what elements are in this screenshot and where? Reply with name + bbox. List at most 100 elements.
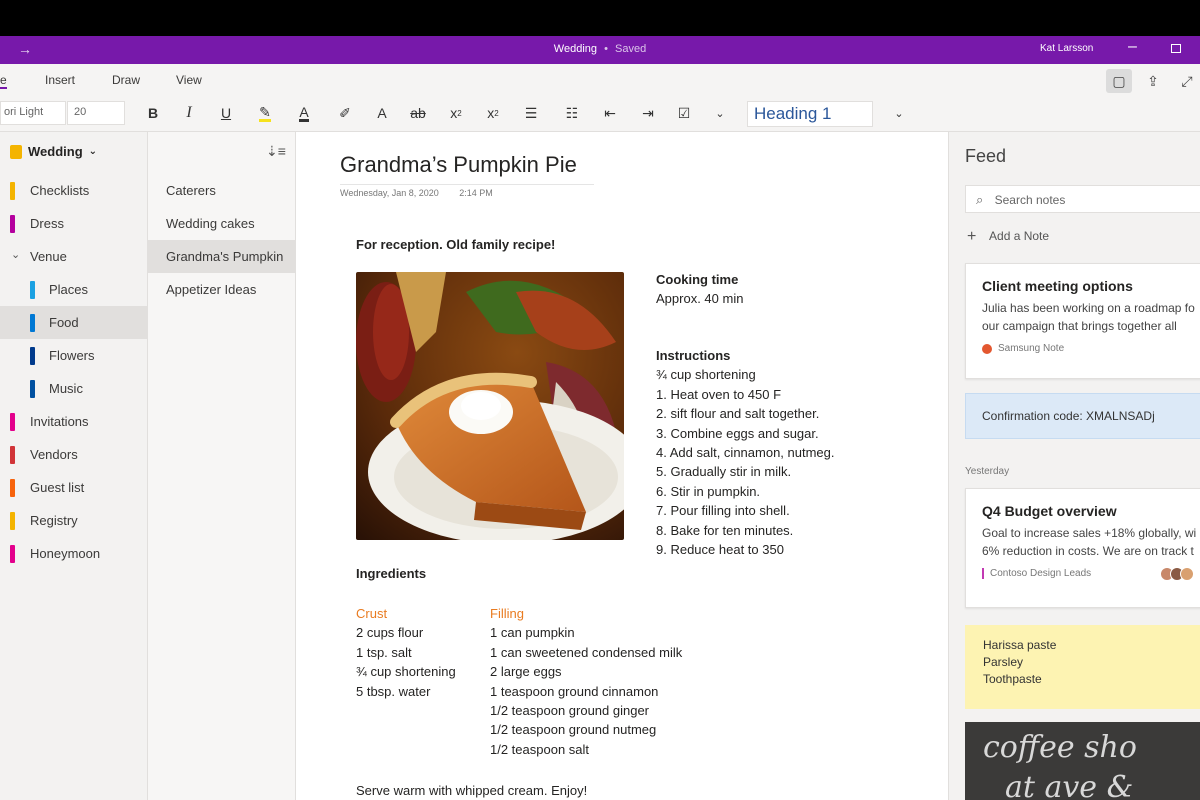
- tab-draw[interactable]: Draw: [112, 73, 140, 87]
- minimize-icon[interactable]: –: [1128, 38, 1137, 56]
- section-label: Registry: [30, 513, 78, 528]
- search-notes-input[interactable]: ⌕ Search notes: [965, 185, 1200, 213]
- card-body-line: 6% reduction in costs. We are on track t: [982, 544, 1194, 558]
- card-source-label: Samsung Note: [998, 343, 1065, 354]
- serving-note[interactable]: Serve warm with whipped cream. Enjoy!: [356, 783, 587, 798]
- clear-formatting-icon[interactable]: ✐: [333, 101, 357, 125]
- superscript-icon[interactable]: x2: [481, 101, 505, 125]
- section-dress[interactable]: Dress: [0, 207, 148, 240]
- immersive-reader-icon[interactable]: ▢: [1106, 69, 1132, 93]
- font-color-icon[interactable]: A: [292, 101, 316, 125]
- underline-icon[interactable]: U: [214, 101, 238, 125]
- section-food[interactable]: Food: [0, 306, 148, 339]
- sort-icon[interactable]: ⇣≡: [266, 143, 286, 160]
- section-label: Invitations: [30, 414, 89, 429]
- section-checklists[interactable]: Checklists: [0, 174, 148, 207]
- search-icon: ⌕: [976, 192, 984, 207]
- section-label: Music: [49, 381, 83, 396]
- add-note-button[interactable]: + Add a Note: [967, 228, 1049, 246]
- section-group-venue[interactable]: ⌄ Venue: [0, 240, 148, 273]
- section-label: Food: [49, 315, 79, 330]
- notebook-switcher[interactable]: Wedding ⌄: [10, 144, 97, 159]
- feed-card-confirmation[interactable]: Confirmation code: XMALNSADj: [965, 393, 1200, 439]
- section-label: Venue: [30, 249, 67, 264]
- page-wedding-cakes[interactable]: Wedding cakes: [148, 207, 296, 240]
- share-icon[interactable]: ⇪: [1140, 69, 1166, 93]
- section-color-tab: [10, 512, 15, 530]
- feed-sticky-note[interactable]: Harissa paste Parsley Toothpaste: [965, 625, 1200, 709]
- section-invitations[interactable]: Invitations: [0, 405, 148, 438]
- strikethrough-icon[interactable]: ab: [406, 101, 430, 125]
- ingredient-line: 1/2 teaspoon salt: [490, 741, 590, 757]
- fullscreen-icon[interactable]: ⤢: [1174, 69, 1200, 93]
- sections-pane: Wedding ⌄ Checklists Dress ⌄ Venue Place…: [0, 132, 148, 800]
- feed-handwritten-note[interactable]: coffee sho at ave &: [965, 722, 1200, 800]
- tab-insert[interactable]: Insert: [45, 73, 75, 87]
- section-color-tab: [30, 314, 35, 332]
- ingredient-line: 5 tbsp. water: [356, 683, 431, 699]
- crust-block[interactable]: Crust 2 cups flour 1 tsp. salt ¾ cup sho…: [356, 604, 456, 701]
- instruction-line: 2. sift flour and salt together.: [656, 406, 820, 422]
- text-effects-icon[interactable]: A: [370, 101, 394, 125]
- notebook-title: Wedding: [28, 144, 83, 159]
- instructions-block[interactable]: Instructions ¾ cup shortening 1. Heat ov…: [656, 346, 835, 559]
- bullet-list-icon[interactable]: ☰: [519, 101, 543, 125]
- note-canvas[interactable]: Grandma’s Pumpkin Pie Wednesday, Jan 8, …: [296, 132, 948, 800]
- filling-block[interactable]: Filling 1 can pumpkin 1 can sweetened co…: [490, 604, 682, 759]
- page-date: Wednesday, Jan 8, 2020: [340, 188, 439, 198]
- tab-view[interactable]: View: [176, 73, 202, 87]
- screen-bezel: [0, 0, 1200, 36]
- chevron-down-icon[interactable]: ⌄: [11, 248, 20, 261]
- sticky-line: Parsley: [983, 655, 1024, 669]
- cooking-time-block[interactable]: Cooking time Approx. 40 min: [656, 270, 743, 308]
- highlight-icon[interactable]: ✎: [253, 101, 277, 125]
- more-formatting-chevron-icon[interactable]: ⌄: [708, 101, 732, 125]
- style-selector[interactable]: Heading 1: [747, 101, 873, 127]
- feed-date-group: Yesterday: [965, 466, 1010, 477]
- feed-card-q4-budget[interactable]: Q4 Budget overview Goal to increase sale…: [965, 488, 1200, 608]
- page-appetizer-ideas[interactable]: Appetizer Ideas: [148, 273, 296, 306]
- numbered-list-icon[interactable]: ☷: [560, 101, 584, 125]
- ingredient-line: 1/2 teaspoon ground ginger: [490, 703, 650, 719]
- ingredients-heading[interactable]: Ingredients: [356, 566, 426, 581]
- card-source-label: Contoso Design Leads: [990, 568, 1092, 579]
- section-color-tab: [30, 281, 35, 299]
- subscript-icon[interactable]: x2: [444, 101, 468, 125]
- section-guest-list[interactable]: Guest list: [0, 471, 148, 504]
- section-label: Guest list: [30, 480, 85, 495]
- todo-checkbox-icon[interactable]: ☑: [672, 101, 696, 125]
- collaborator-avatars: [1160, 567, 1194, 581]
- bold-icon[interactable]: B: [141, 101, 165, 125]
- tab-home[interactable]: e: [0, 73, 7, 89]
- increase-indent-icon[interactable]: ⇥: [636, 101, 660, 125]
- font-size-field[interactable]: 20: [67, 101, 125, 125]
- section-label: Checklists: [30, 183, 90, 198]
- instruction-line: 4. Add salt, cinnamon, nutmeg.: [656, 445, 835, 461]
- instruction-line: 6. Stir in pumpkin.: [656, 483, 761, 499]
- section-places[interactable]: Places: [0, 273, 148, 306]
- section-registry[interactable]: Registry: [0, 504, 148, 537]
- italic-icon[interactable]: I: [177, 101, 201, 125]
- page-timestamp: Wednesday, Jan 8, 2020 2:14 PM: [340, 184, 594, 198]
- style-dropdown-chevron-icon[interactable]: ⌄: [887, 101, 911, 125]
- instructions-heading: Instructions: [656, 348, 731, 363]
- feed-card-client-meeting[interactable]: Client meeting options Julia has been wo…: [965, 263, 1200, 379]
- page-time: 2:14 PM: [459, 188, 493, 198]
- section-honeymoon[interactable]: Honeymoon: [0, 537, 148, 570]
- user-name[interactable]: Kat Larsson: [1040, 43, 1093, 54]
- page-grandmas-pumpkin[interactable]: Grandma's Pumpkin: [148, 240, 296, 273]
- page-title[interactable]: Grandma’s Pumpkin Pie: [340, 152, 577, 178]
- section-music[interactable]: Music: [0, 372, 148, 405]
- pumpkin-pie-photo[interactable]: [356, 272, 624, 540]
- search-placeholder: Search notes: [994, 193, 1066, 207]
- notebook-icon: [10, 144, 22, 159]
- recipe-intro[interactable]: For reception. Old family recipe!: [356, 237, 555, 252]
- decrease-indent-icon[interactable]: ⇤: [598, 101, 622, 125]
- ingredient-line: 1 tsp. salt: [356, 644, 412, 660]
- page-caterers[interactable]: Caterers: [148, 174, 296, 207]
- section-vendors[interactable]: Vendors: [0, 438, 148, 471]
- restore-icon[interactable]: [1171, 44, 1181, 53]
- font-name-field[interactable]: ori Light: [0, 101, 66, 125]
- section-label: Vendors: [30, 447, 78, 462]
- section-flowers[interactable]: Flowers: [0, 339, 148, 372]
